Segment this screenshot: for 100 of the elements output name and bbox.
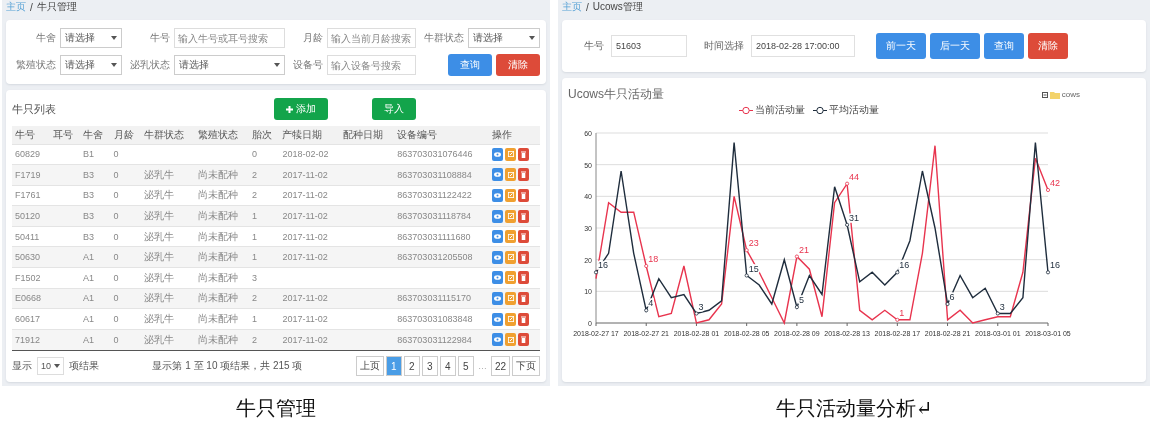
table-cell: A1 bbox=[83, 334, 95, 345]
view-button[interactable] bbox=[492, 271, 504, 285]
input-field[interactable]: 51603 bbox=[611, 35, 687, 57]
data-label: 44 bbox=[849, 171, 860, 182]
table-cell: 1 bbox=[251, 231, 257, 242]
table-cell: 2017-11-02 bbox=[282, 211, 328, 222]
page-button[interactable]: 22 bbox=[490, 356, 510, 376]
view-button[interactable] bbox=[492, 333, 504, 347]
table-cell: A1 bbox=[83, 272, 95, 283]
table-cell: 2 bbox=[251, 190, 257, 201]
delete-button[interactable] bbox=[518, 271, 530, 285]
data-point bbox=[644, 264, 649, 268]
table-cell: 2017-11-02 bbox=[282, 169, 328, 180]
table-cell: 863703031083848 bbox=[397, 314, 473, 325]
field-label: 时间选择 bbox=[704, 39, 744, 53]
clear-button[interactable]: 清除 bbox=[496, 54, 540, 76]
table-cell: 863703031122984 bbox=[397, 334, 472, 345]
filter-label: 牛群状态 bbox=[423, 31, 464, 45]
eye-icon bbox=[494, 254, 502, 260]
table-cell: A1 bbox=[83, 314, 95, 325]
table-cell: 0 bbox=[113, 272, 119, 283]
view-button[interactable] bbox=[492, 189, 504, 202]
edit-button[interactable] bbox=[505, 189, 517, 202]
view-button[interactable] bbox=[492, 250, 504, 264]
delete-button[interactable] bbox=[518, 250, 530, 264]
data-label: 18 bbox=[648, 254, 659, 264]
view-button[interactable] bbox=[492, 209, 504, 223]
table-cell: 2017-11-02 bbox=[282, 190, 328, 201]
view-button[interactable] bbox=[492, 291, 504, 305]
table-cell: A1 bbox=[83, 252, 95, 263]
filter-label: 泌乳状态 bbox=[129, 58, 170, 72]
pagination-nav-button[interactable]: 上页 bbox=[355, 356, 384, 376]
caret-icon bbox=[111, 36, 117, 40]
data-point bbox=[744, 273, 749, 278]
data-point bbox=[794, 254, 799, 259]
page-button[interactable]: 3 bbox=[421, 356, 438, 376]
table-cell: 尚未配种 bbox=[197, 251, 238, 263]
delete-button[interactable] bbox=[518, 209, 530, 223]
table-cell: 863703031205508 bbox=[397, 252, 473, 263]
trash-icon bbox=[521, 233, 527, 241]
page-size-label: 项结果 bbox=[69, 359, 99, 373]
column-header: 牛舍 bbox=[80, 126, 111, 144]
view-button[interactable] bbox=[492, 312, 504, 326]
view-button[interactable] bbox=[492, 230, 504, 244]
filter-label: 月龄 bbox=[302, 31, 324, 45]
page-button[interactable]: 5 bbox=[457, 356, 474, 376]
page-button[interactable]: 4 bbox=[439, 356, 456, 376]
page-button[interactable]: 2 bbox=[403, 356, 420, 376]
table-cell: 0 bbox=[113, 293, 119, 304]
edit-button[interactable] bbox=[505, 312, 517, 326]
edit-button[interactable] bbox=[505, 168, 517, 182]
trash-icon bbox=[521, 171, 527, 179]
data-label: 3 bbox=[999, 301, 1005, 312]
edit-button[interactable] bbox=[505, 209, 517, 223]
data-label: 42 bbox=[1050, 178, 1060, 188]
table-cell: 2017-11-02 bbox=[282, 252, 328, 263]
page-size-select[interactable]: 10 bbox=[37, 357, 64, 375]
select-field[interactable]: 请选择 bbox=[60, 28, 122, 48]
delete-button[interactable] bbox=[518, 168, 530, 182]
pagination-nav-button[interactable]: 下页 bbox=[512, 356, 540, 376]
eye-icon bbox=[494, 172, 502, 178]
delete-button[interactable] bbox=[518, 333, 530, 347]
tree-item[interactable]: cows bbox=[1061, 90, 1080, 99]
data-point bbox=[1046, 188, 1050, 192]
filter-label: 牛舍 bbox=[35, 31, 56, 45]
edit-button[interactable] bbox=[505, 230, 517, 244]
view-button[interactable] bbox=[492, 147, 504, 161]
edit-button[interactable] bbox=[505, 147, 517, 161]
select-field[interactable]: 请选择 bbox=[468, 28, 540, 48]
delete-button[interactable] bbox=[518, 230, 530, 244]
input-field[interactable]: 2018-02-28 17:00:00 bbox=[751, 35, 855, 57]
select-field[interactable]: 请选择 bbox=[60, 55, 122, 75]
edit-button[interactable] bbox=[505, 333, 517, 347]
breadcrumb-current: 牛只管理 bbox=[36, 0, 77, 14]
eye-icon bbox=[494, 275, 502, 281]
delete-button[interactable] bbox=[518, 312, 530, 326]
view-button[interactable] bbox=[492, 168, 504, 182]
filter-label: 设备号 bbox=[292, 58, 324, 72]
legend-label[interactable]: 当前活动量 bbox=[755, 103, 805, 117]
delete-button[interactable] bbox=[518, 291, 530, 305]
table-cell: E0668 bbox=[15, 293, 42, 304]
table-cell: 2 bbox=[251, 334, 257, 345]
breadcrumb-separator: / bbox=[586, 1, 589, 13]
table-cell: 50630 bbox=[15, 252, 41, 263]
table-cell: 尚未配种 bbox=[197, 210, 238, 222]
table-cell: 泌乳牛 bbox=[144, 168, 174, 180]
select-field[interactable]: 请选择 bbox=[174, 55, 286, 75]
table-cell: 0 bbox=[113, 169, 119, 180]
input-field[interactable]: 输入设备号搜索 bbox=[327, 55, 416, 75]
delete-button[interactable] bbox=[518, 147, 530, 161]
input-field[interactable]: 输入牛号或耳号搜索 bbox=[174, 28, 286, 48]
toolbar-button[interactable]: 清除 bbox=[1028, 33, 1068, 59]
table-cell: 71912 bbox=[15, 334, 41, 345]
table-cell: 尚未配种 bbox=[197, 292, 238, 304]
edit-button[interactable] bbox=[505, 291, 517, 305]
input-field[interactable]: 输入当前月龄搜索 bbox=[327, 28, 416, 48]
legend-label[interactable]: 平均活动量 bbox=[829, 103, 879, 117]
delete-button[interactable] bbox=[518, 189, 530, 202]
edit-button[interactable] bbox=[505, 250, 517, 264]
edit-button[interactable] bbox=[505, 271, 517, 285]
